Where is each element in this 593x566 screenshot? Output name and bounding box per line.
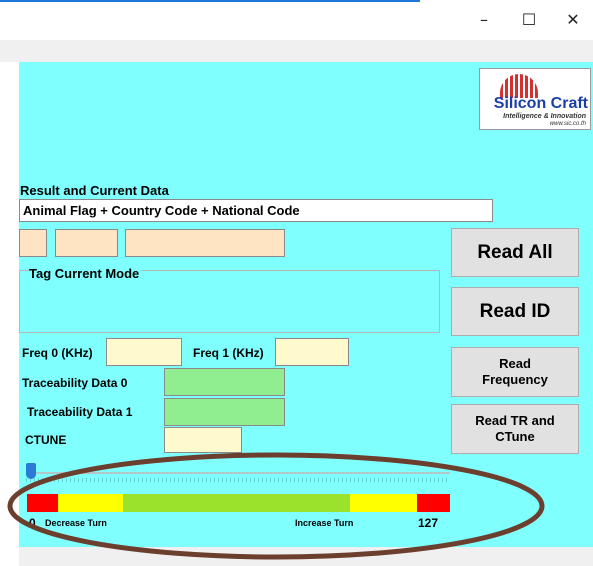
silicon-craft-logo: Silicon Craft Intelligence & Innovation … bbox=[479, 68, 591, 130]
minimize-button[interactable]: – bbox=[464, 8, 504, 32]
menu-strip bbox=[0, 40, 593, 62]
result-section-title: Result and Current Data bbox=[20, 183, 169, 198]
read-frequency-label-1: Read bbox=[499, 356, 531, 371]
logo-name: Silicon Craft bbox=[493, 95, 588, 112]
read-id-button[interactable]: Read ID bbox=[451, 287, 579, 336]
animal-flag-field[interactable] bbox=[19, 229, 47, 257]
logo-url: www.sic.co.th bbox=[549, 121, 586, 127]
freq0-field[interactable] bbox=[106, 338, 182, 366]
read-frequency-label-2: Frequency bbox=[482, 372, 548, 387]
national-code-field[interactable] bbox=[125, 229, 285, 257]
close-button[interactable]: ✕ bbox=[553, 8, 593, 32]
ctune-field[interactable] bbox=[164, 427, 242, 453]
read-tr-label-2: CTune bbox=[495, 429, 535, 444]
read-tr-label-1: Read TR and bbox=[475, 413, 555, 428]
logo-tagline: Intelligence & Innovation bbox=[503, 113, 586, 120]
ctune-label: CTUNE bbox=[25, 433, 67, 447]
freq1-field[interactable] bbox=[275, 338, 349, 366]
freq0-label: Freq 0 (KHz) bbox=[22, 346, 93, 360]
tag-mode-title: Tag Current Mode bbox=[29, 266, 142, 281]
country-code-field[interactable] bbox=[55, 229, 118, 257]
maximize-button[interactable]: ☐ bbox=[509, 8, 549, 32]
traceability0-label: Traceability Data 0 bbox=[22, 376, 128, 390]
read-all-button[interactable]: Read All bbox=[451, 228, 579, 277]
traceability1-field[interactable] bbox=[164, 398, 285, 426]
title-bar bbox=[0, 0, 593, 40]
freq1-label: Freq 1 (KHz) bbox=[193, 346, 264, 360]
animal-code-field[interactable]: Animal Flag + Country Code + National Co… bbox=[19, 199, 493, 222]
annotation-ellipse bbox=[7, 452, 545, 560]
read-tr-ctune-button[interactable]: Read TR and CTune bbox=[451, 404, 579, 454]
read-frequency-button[interactable]: Read Frequency bbox=[451, 347, 579, 397]
title-bar-accent bbox=[0, 0, 420, 2]
traceability1-label: Traceability Data 1 bbox=[27, 405, 133, 419]
traceability0-field[interactable] bbox=[164, 368, 285, 396]
